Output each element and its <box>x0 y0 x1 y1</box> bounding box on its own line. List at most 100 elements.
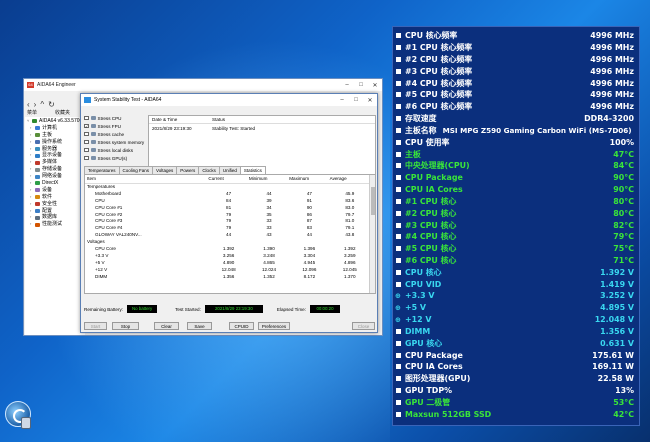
tree-item[interactable]: › 安全性 <box>27 201 83 208</box>
close-icon[interactable]: ✕ <box>368 82 382 89</box>
stress-checkbox[interactable] <box>84 131 89 137</box>
tree-item-label: 软件 <box>42 193 53 200</box>
expand-arrow-icon[interactable]: › <box>30 132 33 139</box>
scrollbar-thumb[interactable] <box>371 187 375 215</box>
stats-minimum: 39 <box>266 197 272 203</box>
tree-item-label: 性能测试 <box>42 221 63 228</box>
save-button[interactable]: Save <box>187 322 212 330</box>
expand-arrow-icon[interactable]: › <box>30 146 33 153</box>
expand-arrow-icon[interactable]: › <box>30 201 33 208</box>
tree-item[interactable]: › 设备 <box>27 187 83 194</box>
stress-checkbox[interactable] <box>84 115 89 121</box>
stats-minimum: 3.248 <box>263 252 275 258</box>
stress-checkbox[interactable] <box>84 139 89 145</box>
tree-item[interactable]: › 网络设备 <box>27 173 83 180</box>
maximize-icon[interactable]: □ <box>349 97 363 103</box>
cpuid-button[interactable]: CPUID <box>229 322 254 330</box>
stats-average: 81.0 <box>345 218 355 224</box>
stress-option[interactable]: ✓ Stress FPU <box>84 122 147 130</box>
table-row[interactable]: CPU Core #3 79 33 87 81.0 <box>85 217 370 224</box>
expand-arrow-icon[interactable]: › <box>30 125 33 132</box>
expand-arrow-icon[interactable]: › <box>30 194 33 201</box>
expand-arrow-icon[interactable]: › <box>30 159 33 166</box>
stress-checkbox[interactable] <box>84 155 89 161</box>
sensor-value: 90°C <box>613 185 634 195</box>
sensor-label: CPU Package <box>405 350 463 360</box>
table-row[interactable]: +12 V 12.048 12.024 12.096 12.045 <box>85 266 370 273</box>
clear-button[interactable]: Clear <box>154 322 179 330</box>
monitor-tab[interactable]: Temperatures <box>84 166 120 174</box>
table-row[interactable]: DIMM 1.356 1.352 8.172 1.370 <box>85 273 370 280</box>
table-row[interactable]: +3.3 V 3.256 3.248 3.304 3.259 <box>85 252 370 259</box>
expand-arrow-icon[interactable]: › <box>30 187 33 194</box>
expand-arrow-icon[interactable]: › <box>30 139 33 146</box>
stress-option[interactable]: Stress local disks <box>84 146 147 154</box>
stats-group-row[interactable]: Voltages <box>85 238 370 245</box>
table-row[interactable]: CPU 84 39 91 83.6 <box>85 197 370 204</box>
shortcut-badge-icon <box>21 417 31 429</box>
back-arrow-icon[interactable]: ‹ <box>27 100 30 109</box>
table-row[interactable]: Motherboard 47 44 47 45.9 <box>85 190 370 197</box>
stress-option[interactable]: Stress CPU <box>84 114 147 122</box>
tree-root[interactable]: ˅ AIDA64 v6.33.5700 <box>27 118 83 125</box>
monitor-tab[interactable]: Statistics <box>239 166 266 174</box>
table-row[interactable]: CPU Core #4 79 33 83 79.1 <box>85 224 370 231</box>
stress-option[interactable]: Stress cache <box>84 130 147 138</box>
stats-current: 3.256 <box>222 252 235 258</box>
tree-item[interactable]: › 性能测试 <box>27 221 83 228</box>
menu-tab[interactable]: 菜单 <box>27 109 37 116</box>
favorites-tab[interactable]: 收藏夹 <box>55 109 70 116</box>
refresh-icon[interactable]: ↻ <box>48 100 55 109</box>
expand-arrow-icon[interactable]: › <box>30 214 33 221</box>
table-row[interactable]: CPU Core 1.392 1.390 1.396 1.392 <box>85 245 370 252</box>
stats-header-average[interactable]: Average <box>329 175 370 184</box>
monitor-tab[interactable]: Voltages <box>152 166 178 174</box>
stats-header-minimum[interactable]: Minimum <box>248 175 290 184</box>
forward-arrow-icon[interactable]: › <box>34 100 37 109</box>
expand-arrow-icon[interactable]: › <box>30 180 33 187</box>
stats-header-maximum[interactable]: Maximum <box>289 175 330 184</box>
tree-item[interactable]: › 软件 <box>27 194 83 201</box>
minimize-icon[interactable]: – <box>335 97 349 103</box>
table-row[interactable]: +5 V 4.890 4.865 4.945 4.896 <box>85 259 370 266</box>
stats-header-item[interactable]: Item <box>85 175 209 184</box>
preferences-button[interactable]: Preferences <box>258 322 290 330</box>
close-icon[interactable]: ✕ <box>363 97 377 104</box>
sensor-value: DDR4-3200 <box>584 114 634 124</box>
tree-item-icon <box>35 133 40 138</box>
tree-item[interactable]: › 操作系统 <box>27 139 83 146</box>
desktop-shortcut[interactable] <box>3 401 33 437</box>
expand-arrow-icon[interactable]: › <box>30 152 33 159</box>
start-button[interactable]: Start <box>84 322 107 330</box>
expand-arrow-icon[interactable]: › <box>30 208 33 215</box>
stress-checkbox[interactable] <box>84 147 89 153</box>
monitor-tab[interactable]: Unified <box>218 166 241 174</box>
stress-option[interactable]: Stress GPU(s) <box>84 154 147 162</box>
close-button[interactable]: Close <box>352 322 375 330</box>
stats-maximum: 91 <box>306 197 312 203</box>
stress-checkbox[interactable]: ✓ <box>84 123 89 129</box>
expand-arrow-icon[interactable]: › <box>30 173 33 180</box>
maximize-icon[interactable]: □ <box>354 82 368 88</box>
minimize-icon[interactable]: – <box>340 82 354 88</box>
aida64-app-icon <box>32 119 37 124</box>
expand-arrow-icon[interactable]: › <box>30 221 33 228</box>
monitor-tab[interactable]: Powers <box>176 166 200 174</box>
stats-scrollbar[interactable] <box>369 175 375 293</box>
table-row[interactable]: CPU Core #2 79 35 86 79.7 <box>85 211 370 218</box>
monitor-tab[interactable]: Clocks <box>198 166 220 174</box>
stop-button[interactable]: Stop <box>112 322 139 330</box>
up-arrow-icon[interactable]: ^ <box>40 100 44 109</box>
table-row[interactable]: CPU Core #1 81 34 90 83.0 <box>85 204 370 211</box>
stats-header-row: Item Current Minimum Maximum Average <box>85 175 370 184</box>
expand-arrow-icon[interactable]: › <box>30 166 33 173</box>
tree-item[interactable]: › DirectX <box>27 180 83 187</box>
table-row[interactable]: GLOWAY VAL240NV... 44 43 44 43.8 <box>85 231 370 238</box>
stats-item-name: CPU Core #1 <box>95 204 123 210</box>
tree-item[interactable]: › 计算机 <box>27 125 83 132</box>
stats-header-current[interactable]: Current <box>208 175 249 184</box>
stats-group-row[interactable]: Temperatures <box>85 183 370 190</box>
monitor-tab[interactable]: Cooling Fans <box>118 166 154 174</box>
tree-item[interactable]: › 主板 <box>27 132 83 139</box>
stress-option[interactable]: Stress system memory <box>84 138 147 146</box>
